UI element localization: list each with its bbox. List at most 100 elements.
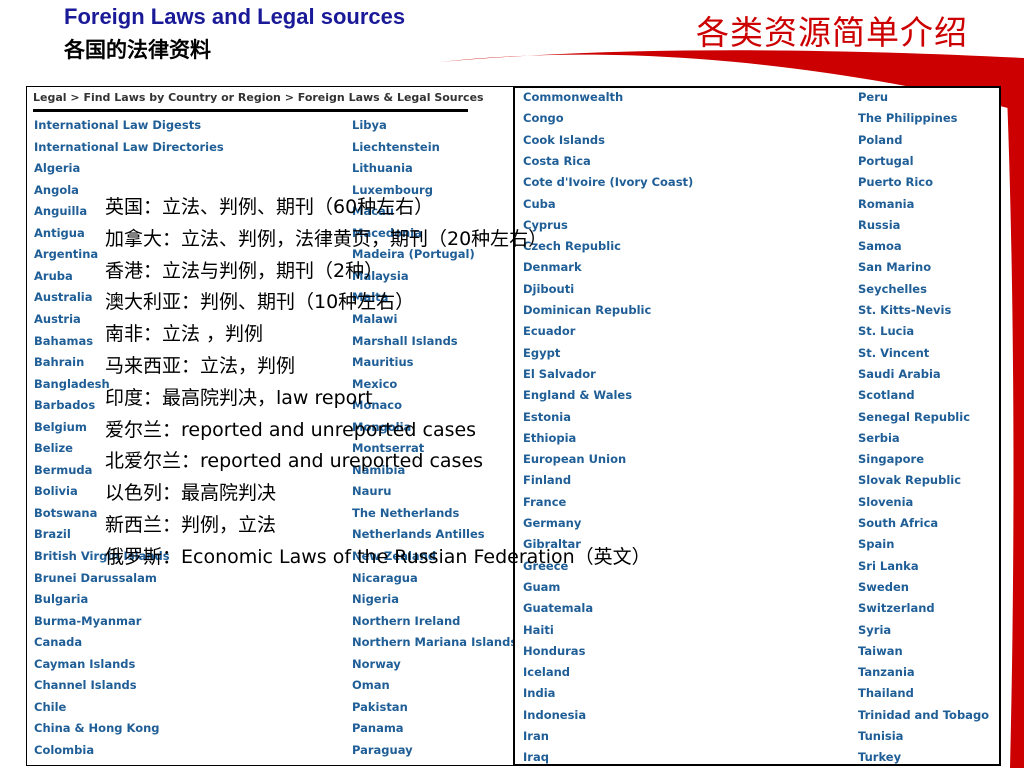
country-link[interactable]: Congo	[523, 111, 564, 125]
country-link[interactable]: Spain	[858, 537, 894, 551]
country-link[interactable]: Peru	[858, 90, 888, 104]
country-link[interactable]: Cook Islands	[523, 133, 605, 147]
country-link[interactable]: Thailand	[858, 686, 914, 700]
country-link[interactable]: The Philippines	[858, 111, 958, 125]
country-link[interactable]: Bahrain	[34, 355, 84, 369]
country-link[interactable]: Botswana	[34, 506, 97, 520]
country-link[interactable]: Singapore	[858, 452, 924, 466]
country-link[interactable]: Chile	[34, 700, 66, 714]
country-link[interactable]: Sweden	[858, 580, 909, 594]
country-link[interactable]: Austria	[34, 312, 81, 326]
country-link[interactable]: Guatemala	[523, 601, 593, 615]
country-link[interactable]: Haiti	[523, 623, 554, 637]
breadcrumb-item-legal[interactable]: Legal	[33, 91, 67, 104]
annotation-line: 印度：最高院判决，law report	[105, 386, 373, 409]
country-link[interactable]: Samoa	[858, 239, 902, 253]
country-link[interactable]: International Law Directories	[34, 140, 224, 154]
country-link[interactable]: San Marino	[858, 260, 931, 274]
country-link[interactable]: Liechtenstein	[352, 140, 440, 154]
country-link[interactable]: Senegal Republic	[858, 410, 970, 424]
breadcrumb-separator: >	[280, 91, 298, 104]
country-link[interactable]: Algeria	[34, 161, 80, 175]
country-link[interactable]: Canada	[34, 635, 82, 649]
country-link[interactable]: Saudi Arabia	[858, 367, 941, 381]
country-link[interactable]: Iraq	[523, 750, 549, 764]
country-link[interactable]: Puerto Rico	[858, 175, 933, 189]
country-link[interactable]: Iceland	[523, 665, 570, 679]
country-link[interactable]: Libya	[352, 118, 387, 132]
country-link[interactable]: South Africa	[858, 516, 938, 530]
country-link[interactable]: Honduras	[523, 644, 585, 658]
country-link[interactable]: Switzerland	[858, 601, 935, 615]
country-link[interactable]: China & Hong Kong	[34, 721, 160, 735]
country-link[interactable]: Sri Lanka	[858, 559, 919, 573]
country-link[interactable]: Aruba	[34, 269, 73, 283]
country-link[interactable]: Channel Islands	[34, 678, 137, 692]
slide-section-title: 各类资源简单介绍	[696, 13, 968, 52]
country-link[interactable]: Portugal	[858, 154, 914, 168]
country-link[interactable]: St. Vincent	[858, 346, 929, 360]
country-link[interactable]: Barbados	[34, 398, 95, 412]
country-link[interactable]: Slovenia	[858, 495, 913, 509]
country-link[interactable]: Russia	[858, 218, 900, 232]
country-link[interactable]: Cote d'Ivoire (Ivory Coast)	[523, 175, 693, 189]
breadcrumb-underline	[33, 109, 468, 112]
country-link[interactable]: India	[523, 686, 555, 700]
country-link[interactable]: Slovak Republic	[858, 473, 961, 487]
country-link[interactable]: Oman	[352, 678, 390, 692]
annotation-line: 香港：立法与判例，期刊（2种）	[105, 259, 384, 282]
slide-title-en: Foreign Laws and Legal sources	[64, 4, 406, 29]
country-link[interactable]: Iran	[523, 729, 549, 743]
country-link[interactable]: Bolivia	[34, 484, 78, 498]
country-link[interactable]: Anguilla	[34, 204, 87, 218]
page-number: 8	[1002, 746, 1009, 757]
country-link[interactable]: Tunisia	[858, 729, 903, 743]
country-link[interactable]: Turkey	[858, 750, 901, 764]
country-link[interactable]: Indonesia	[523, 708, 586, 722]
country-link[interactable]: Scotland	[858, 388, 915, 402]
country-link[interactable]: Lithuania	[352, 161, 413, 175]
country-link[interactable]: Angola	[34, 183, 79, 197]
country-link[interactable]: Northern Mariana Islands	[352, 635, 517, 649]
country-link[interactable]: Norway	[352, 657, 401, 671]
country-link[interactable]: Cayman Islands	[34, 657, 135, 671]
country-link[interactable]: Bulgaria	[34, 592, 88, 606]
annotation-line: 以色列：最高院判决	[105, 482, 277, 505]
country-link[interactable]: St. Lucia	[858, 324, 914, 338]
country-link[interactable]: Guam	[523, 580, 560, 594]
country-link[interactable]: Nigeria	[352, 592, 399, 606]
country-link[interactable]: Belgium	[34, 420, 87, 434]
country-link[interactable]: St. Kitts-Nevis	[858, 303, 951, 317]
country-link[interactable]: Poland	[858, 133, 902, 147]
country-link[interactable]: Argentina	[34, 247, 98, 261]
country-link[interactable]: Bermuda	[34, 463, 92, 477]
country-link[interactable]: Paraguay	[352, 743, 413, 757]
country-link[interactable]: Pakistan	[352, 700, 408, 714]
country-link[interactable]: Taiwan	[858, 644, 903, 658]
annotation-line: 南非：立法 ，判例	[105, 323, 264, 346]
country-link[interactable]: Burma-Myanmar	[34, 614, 141, 628]
annotation-line: 新西兰：判例，立法	[105, 513, 277, 536]
country-link[interactable]: Belize	[34, 441, 73, 455]
country-link[interactable]: Antigua	[34, 226, 85, 240]
country-link[interactable]: Australia	[34, 290, 93, 304]
country-link[interactable]: Brazil	[34, 527, 71, 541]
country-link[interactable]: Bahamas	[34, 334, 93, 348]
country-link[interactable]: Bangladesh	[34, 377, 110, 391]
country-link[interactable]: Panama	[352, 721, 404, 735]
country-link[interactable]: Syria	[858, 623, 891, 637]
country-link[interactable]: Trinidad and Tobago	[858, 708, 989, 722]
annotation-line: 加拿大：立法、判例，法律黄页，期刊（20种左右）	[105, 227, 548, 250]
country-link[interactable]: Colombia	[34, 743, 94, 757]
country-link[interactable]: Romania	[858, 197, 914, 211]
country-link[interactable]: Tanzania	[858, 665, 915, 679]
annotation-line: 马来西亚：立法，判例	[105, 354, 296, 377]
country-link[interactable]: Commonwealth	[523, 90, 623, 104]
country-link[interactable]: Northern Ireland	[352, 614, 460, 628]
breadcrumb-item-find-laws[interactable]: Find Laws by Country or Region	[83, 91, 280, 104]
country-link[interactable]: Seychelles	[858, 282, 927, 296]
country-link[interactable]: International Law Digests	[34, 118, 201, 132]
country-link[interactable]: Costa Rica	[523, 154, 591, 168]
country-link[interactable]: Serbia	[858, 431, 900, 445]
annotation-line: 北爱尔兰：reported and ureported cases	[105, 450, 484, 473]
